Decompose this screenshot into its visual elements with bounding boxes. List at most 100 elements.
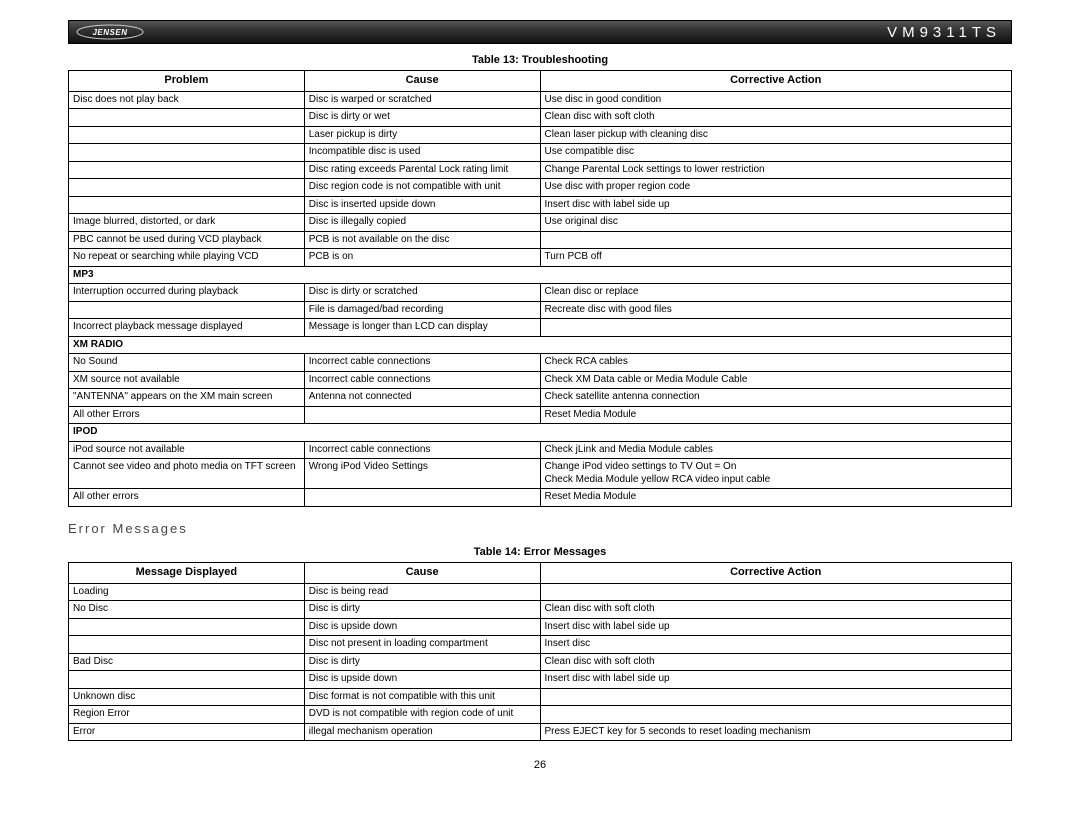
table-cell: Disc format is not compatible with this … (304, 688, 540, 706)
table-cell: Disc is upside down (304, 618, 540, 636)
brand-text: JENSEN (92, 28, 127, 37)
table-cell: Check jLink and Media Module cables (540, 441, 1012, 459)
table-cell: No Sound (69, 354, 305, 372)
table-cell: PCB is on (304, 249, 540, 267)
table-cell: Bad Disc (69, 653, 305, 671)
table-cell: Clean disc with soft cloth (540, 109, 1012, 127)
table-cell: Message is longer than LCD can display (304, 319, 540, 337)
table-cell: "ANTENNA" appears on the XM main screen (69, 389, 305, 407)
table-cell: Cannot see video and photo media on TFT … (69, 459, 305, 489)
table-cell: Insert disc with label side up (540, 618, 1012, 636)
troubleshooting-table: Problem Cause Corrective Action Disc doe… (68, 70, 1012, 507)
table-cell: Clean disc with soft cloth (540, 601, 1012, 619)
col-header-cause: Cause (304, 71, 540, 92)
table-cell (69, 109, 305, 127)
table13-title: Table 13: Troubleshooting (68, 54, 1012, 66)
col-header-message: Message Displayed (69, 562, 305, 583)
table-cell: Clean disc or replace (540, 284, 1012, 302)
table-cell: Disc is upside down (304, 671, 540, 689)
section-row: XM RADIO (69, 336, 1012, 354)
table-cell: Check satellite antenna connection (540, 389, 1012, 407)
table-cell: Clean laser pickup with cleaning disc (540, 126, 1012, 144)
table-cell: All other Errors (69, 406, 305, 424)
col-header-problem: Problem (69, 71, 305, 92)
section-row: MP3 (69, 266, 1012, 284)
table-cell: Change iPod video settings to TV Out = O… (540, 459, 1012, 489)
model-number: VM9311TS (887, 24, 1011, 41)
table-cell: Antenna not connected (304, 389, 540, 407)
table-cell (540, 706, 1012, 724)
table-cell: Reset Media Module (540, 406, 1012, 424)
table-cell: Use original disc (540, 214, 1012, 232)
table-cell: Disc is dirty or scratched (304, 284, 540, 302)
table-cell: PBC cannot be used during VCD playback (69, 231, 305, 249)
table-cell: Loading (69, 583, 305, 601)
table14-title: Table 14: Error Messages (68, 546, 1012, 558)
table-cell: Laser pickup is dirty (304, 126, 540, 144)
table-cell: Incorrect cable connections (304, 354, 540, 372)
table-cell: Press EJECT key for 5 seconds to reset l… (540, 723, 1012, 741)
table-cell: Disc not present in loading compartment (304, 636, 540, 654)
section-row: IPOD (69, 424, 1012, 442)
error-messages-table: Message Displayed Cause Corrective Actio… (68, 562, 1012, 741)
table-cell (69, 144, 305, 162)
table-cell: Region Error (69, 706, 305, 724)
table-cell: Disc is warped or scratched (304, 91, 540, 109)
table-cell (69, 618, 305, 636)
page-number: 26 (68, 759, 1012, 771)
brand-logo: JENSEN (69, 24, 145, 40)
table-cell: Disc is inserted upside down (304, 196, 540, 214)
table-cell: Disc is dirty or wet (304, 109, 540, 127)
table-cell (69, 179, 305, 197)
table-cell: Insert disc with label side up (540, 671, 1012, 689)
table-cell: Incorrect playback message displayed (69, 319, 305, 337)
table-cell: PCB is not available on the disc (304, 231, 540, 249)
table-cell: Insert disc (540, 636, 1012, 654)
table-cell (540, 231, 1012, 249)
table-cell: Recreate disc with good files (540, 301, 1012, 319)
table-cell (540, 688, 1012, 706)
table-cell: Interruption occurred during playback (69, 284, 305, 302)
table-cell: Use compatible disc (540, 144, 1012, 162)
table-cell: Clean disc with soft cloth (540, 653, 1012, 671)
table-cell: Check RCA cables (540, 354, 1012, 372)
table-cell (69, 196, 305, 214)
table-cell: All other errors (69, 489, 305, 507)
table-cell: Wrong iPod Video Settings (304, 459, 540, 489)
table-cell: illegal mechanism operation (304, 723, 540, 741)
table-cell: Check XM Data cable or Media Module Cabl… (540, 371, 1012, 389)
table-cell: Image blurred, distorted, or dark (69, 214, 305, 232)
table-cell: Incompatible disc is used (304, 144, 540, 162)
table-cell (540, 583, 1012, 601)
table-cell (69, 671, 305, 689)
table-cell: Incorrect cable connections (304, 371, 540, 389)
table-cell: Turn PCB off (540, 249, 1012, 267)
table-cell: DVD is not compatible with region code o… (304, 706, 540, 724)
table-cell: Disc is being read (304, 583, 540, 601)
table-cell: Disc is illegally copied (304, 214, 540, 232)
table-cell: iPod source not available (69, 441, 305, 459)
col-header-action: Corrective Action (540, 562, 1012, 583)
table-cell: Error (69, 723, 305, 741)
table-cell (304, 489, 540, 507)
table-cell (69, 636, 305, 654)
col-header-cause: Cause (304, 562, 540, 583)
table-cell: File is damaged/bad recording (304, 301, 540, 319)
table-cell: Insert disc with label side up (540, 196, 1012, 214)
table-cell (304, 406, 540, 424)
table-cell: Incorrect cable connections (304, 441, 540, 459)
error-messages-heading: Error Messages (68, 521, 1012, 536)
table-cell: Change Parental Lock settings to lower r… (540, 161, 1012, 179)
table-cell: Disc is dirty (304, 601, 540, 619)
table-cell: Disc rating exceeds Parental Lock rating… (304, 161, 540, 179)
table-cell: Reset Media Module (540, 489, 1012, 507)
table-cell: Disc is dirty (304, 653, 540, 671)
table-cell: Use disc with proper region code (540, 179, 1012, 197)
table-cell: Use disc in good condition (540, 91, 1012, 109)
table-cell: No Disc (69, 601, 305, 619)
table-cell (69, 301, 305, 319)
table-cell: Disc region code is not compatible with … (304, 179, 540, 197)
table-cell (69, 126, 305, 144)
table-cell (540, 319, 1012, 337)
table-cell: Unknown disc (69, 688, 305, 706)
